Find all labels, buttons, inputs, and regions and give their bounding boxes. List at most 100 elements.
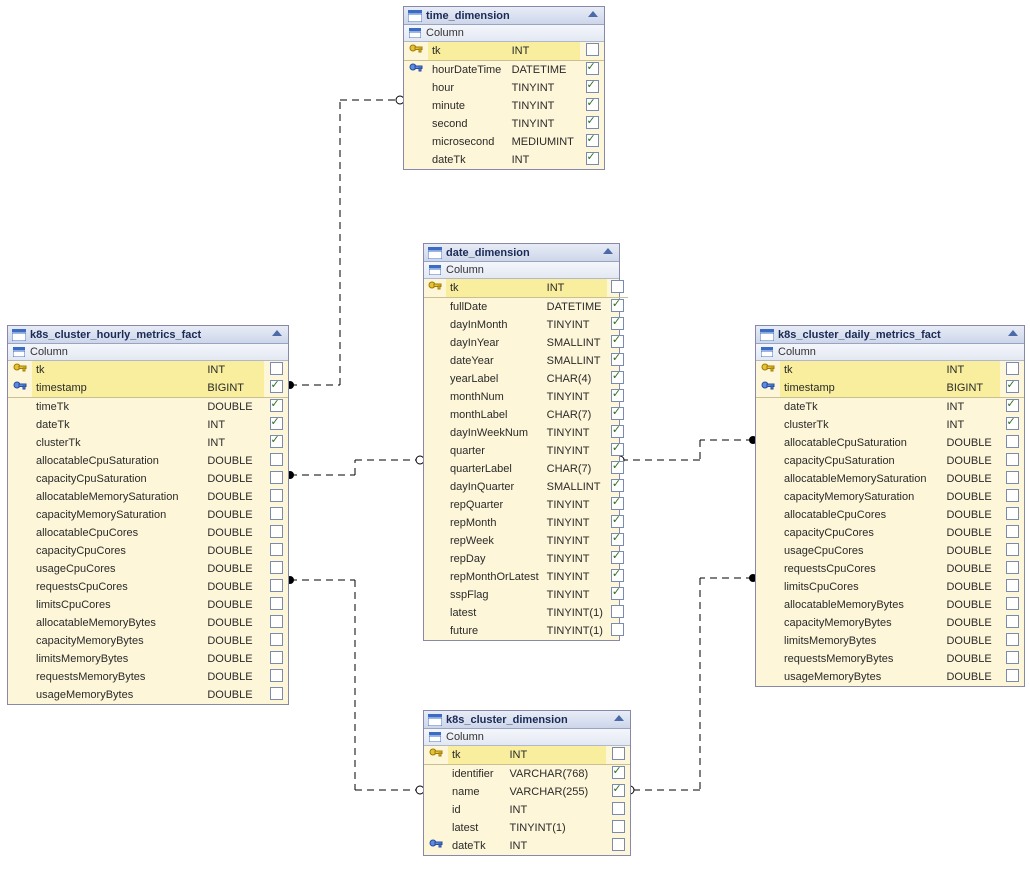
column-row[interactable]: minuteTINYINT xyxy=(404,97,604,115)
column-row[interactable]: tkINT xyxy=(756,361,1024,379)
table-daily-metrics-fact[interactable]: k8s_cluster_daily_metrics_fact Column tk… xyxy=(755,325,1025,687)
column-row[interactable]: dayInWeekNumTINYINT xyxy=(424,424,628,442)
column-row[interactable]: dateTkINT xyxy=(424,837,630,855)
column-checkbox[interactable] xyxy=(580,97,604,115)
column-row[interactable]: tkINT xyxy=(8,361,288,379)
column-row[interactable]: dateYearSMALLINT xyxy=(424,352,628,370)
column-row[interactable]: microsecondMEDIUMINT xyxy=(404,133,604,151)
column-row[interactable]: capacityMemoryBytesDOUBLE xyxy=(756,614,1024,632)
table-title-bar[interactable]: time_dimension xyxy=(404,7,604,25)
column-checkbox[interactable] xyxy=(580,79,604,97)
table-time-dimension[interactable]: time_dimension Column tkINThourDateTimeD… xyxy=(403,6,605,170)
column-row[interactable]: capacityCpuSaturationDOUBLE xyxy=(8,470,288,488)
column-row[interactable]: allocatableCpuCoresDOUBLE xyxy=(8,524,288,542)
column-checkbox[interactable] xyxy=(607,604,628,622)
column-row[interactable]: allocatableMemoryBytesDOUBLE xyxy=(756,596,1024,614)
column-checkbox[interactable] xyxy=(264,361,288,379)
column-checkbox[interactable] xyxy=(606,765,630,784)
column-checkbox[interactable] xyxy=(606,819,630,837)
column-row[interactable]: repWeekTINYINT xyxy=(424,532,628,550)
column-checkbox[interactable] xyxy=(580,115,604,133)
column-row[interactable]: latestTINYINT(1) xyxy=(424,604,628,622)
column-row[interactable]: tkINT xyxy=(404,42,604,61)
column-checkbox[interactable] xyxy=(607,532,628,550)
column-row[interactable]: allocatableCpuCoresDOUBLE xyxy=(756,506,1024,524)
column-checkbox[interactable] xyxy=(264,488,288,506)
column-checkbox[interactable] xyxy=(1000,560,1024,578)
column-checkbox[interactable] xyxy=(607,550,628,568)
column-row[interactable]: dayInYearSMALLINT xyxy=(424,334,628,352)
column-row[interactable]: tkINT xyxy=(424,746,630,765)
table-title-bar[interactable]: k8s_cluster_daily_metrics_fact xyxy=(756,326,1024,344)
column-row[interactable]: capacityMemorySaturationDOUBLE xyxy=(8,506,288,524)
column-row[interactable]: clusterTkINT xyxy=(8,434,288,452)
column-row[interactable]: limitsCpuCoresDOUBLE xyxy=(756,578,1024,596)
column-checkbox[interactable] xyxy=(1000,398,1024,417)
column-checkbox[interactable] xyxy=(264,398,288,417)
column-checkbox[interactable] xyxy=(607,406,628,424)
column-row[interactable]: dateTkINT xyxy=(8,416,288,434)
column-row[interactable]: repMonthOrLatestTINYINT xyxy=(424,568,628,586)
column-row[interactable]: repMonthTINYINT xyxy=(424,514,628,532)
table-title-bar[interactable]: date_dimension xyxy=(424,244,619,262)
column-row[interactable]: hourDateTimeDATETIME xyxy=(404,61,604,80)
table-hourly-metrics-fact[interactable]: k8s_cluster_hourly_metrics_fact Column t… xyxy=(7,325,289,705)
column-row[interactable]: capacityCpuCoresDOUBLE xyxy=(756,524,1024,542)
column-checkbox[interactable] xyxy=(607,586,628,604)
column-checkbox[interactable] xyxy=(607,460,628,478)
column-checkbox[interactable] xyxy=(606,801,630,819)
column-row[interactable]: limitsCpuCoresDOUBLE xyxy=(8,596,288,614)
column-row[interactable]: capacityMemoryBytesDOUBLE xyxy=(8,632,288,650)
column-checkbox[interactable] xyxy=(264,596,288,614)
column-checkbox[interactable] xyxy=(1000,650,1024,668)
column-checkbox[interactable] xyxy=(264,686,288,704)
column-checkbox[interactable] xyxy=(606,746,630,765)
column-row[interactable]: allocatableCpuSaturationDOUBLE xyxy=(756,434,1024,452)
column-checkbox[interactable] xyxy=(607,496,628,514)
column-row[interactable]: sspFlagTINYINT xyxy=(424,586,628,604)
column-checkbox[interactable] xyxy=(580,61,604,80)
column-row[interactable]: timeTkDOUBLE xyxy=(8,398,288,417)
column-row[interactable]: allocatableMemoryBytesDOUBLE xyxy=(8,614,288,632)
column-checkbox[interactable] xyxy=(580,151,604,169)
column-checkbox[interactable] xyxy=(1000,379,1024,398)
column-checkbox[interactable] xyxy=(607,279,628,298)
column-row[interactable]: dateTkINT xyxy=(756,398,1024,417)
column-row[interactable]: futureTINYINT(1) xyxy=(424,622,628,640)
column-row[interactable]: requestsMemoryBytesDOUBLE xyxy=(8,668,288,686)
column-checkbox[interactable] xyxy=(607,334,628,352)
column-checkbox[interactable] xyxy=(607,424,628,442)
collapse-icon[interactable] xyxy=(1006,328,1020,341)
column-checkbox[interactable] xyxy=(607,622,628,640)
column-checkbox[interactable] xyxy=(607,442,628,460)
column-checkbox[interactable] xyxy=(264,470,288,488)
table-title-bar[interactable]: k8s_cluster_hourly_metrics_fact xyxy=(8,326,288,344)
column-checkbox[interactable] xyxy=(607,298,628,317)
table-k8s-cluster-dimension[interactable]: k8s_cluster_dimension Column tkINTidenti… xyxy=(423,710,631,856)
collapse-icon[interactable] xyxy=(612,713,626,726)
column-row[interactable]: allocatableMemorySaturationDOUBLE xyxy=(756,470,1024,488)
column-row[interactable]: requestsCpuCoresDOUBLE xyxy=(8,578,288,596)
column-row[interactable]: secondTINYINT xyxy=(404,115,604,133)
column-checkbox[interactable] xyxy=(607,478,628,496)
column-row[interactable]: monthNumTINYINT xyxy=(424,388,628,406)
table-date-dimension[interactable]: date_dimension Column tkINTfullDateDATET… xyxy=(423,243,620,641)
column-checkbox[interactable] xyxy=(264,578,288,596)
column-row[interactable]: hourTINYINT xyxy=(404,79,604,97)
column-checkbox[interactable] xyxy=(1000,361,1024,379)
column-checkbox[interactable] xyxy=(1000,434,1024,452)
column-checkbox[interactable] xyxy=(1000,668,1024,686)
column-checkbox[interactable] xyxy=(264,542,288,560)
column-row[interactable]: nameVARCHAR(255) xyxy=(424,783,630,801)
column-row[interactable]: fullDateDATETIME xyxy=(424,298,628,317)
column-row[interactable]: timestampBIGINT xyxy=(756,379,1024,398)
column-row[interactable]: timestampBIGINT xyxy=(8,379,288,398)
column-checkbox[interactable] xyxy=(264,632,288,650)
column-checkbox[interactable] xyxy=(606,837,630,855)
column-checkbox[interactable] xyxy=(264,614,288,632)
column-checkbox[interactable] xyxy=(264,379,288,398)
column-row[interactable]: clusterTkINT xyxy=(756,416,1024,434)
column-checkbox[interactable] xyxy=(264,668,288,686)
column-row[interactable]: limitsMemoryBytesDOUBLE xyxy=(756,632,1024,650)
collapse-icon[interactable] xyxy=(270,328,284,341)
